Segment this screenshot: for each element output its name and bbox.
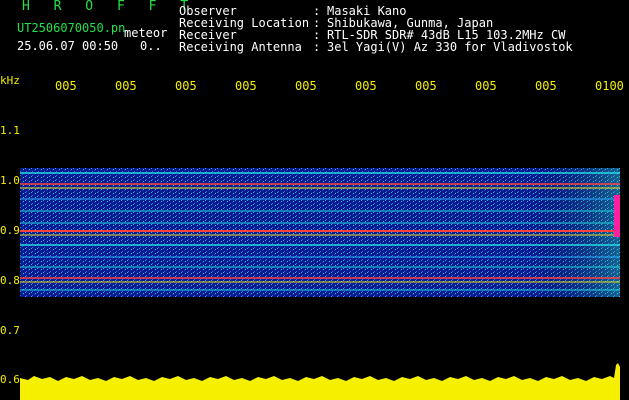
signal-level-trace xyxy=(20,363,620,400)
x-tick-label: 005 xyxy=(115,79,137,93)
metadata-antenna-value: 3el Yagi(V) Az 330 for Vladivostok xyxy=(327,40,573,54)
metadata-antenna-key: Receiving Antenna xyxy=(179,40,302,54)
y-tick-label: 0.7 xyxy=(0,324,20,337)
meteor-count: 0.. xyxy=(140,39,162,53)
x-tick-label: 005 xyxy=(475,79,497,93)
y-tick-label: 1.0 xyxy=(0,174,20,187)
date-time: 25.06.07 00:50 xyxy=(17,39,119,53)
x-tick-label: 005 xyxy=(535,79,557,93)
y-tick-label: 0.8 xyxy=(0,274,20,287)
x-tick-label: 005 xyxy=(55,79,77,93)
x-tick-label: 005 xyxy=(175,79,197,93)
y-axis-unit: kHz xyxy=(0,74,20,87)
x-tick-label: 005 xyxy=(235,79,257,93)
app-title: H R O F F T xyxy=(22,0,197,14)
x-tick-label: 005 xyxy=(415,79,437,93)
x-tick-label: 005 xyxy=(355,79,377,93)
spectrogram xyxy=(20,168,620,400)
y-tick-label: 0.6 xyxy=(0,373,20,386)
meteor-burst xyxy=(614,195,620,237)
y-tick-label: 0.9 xyxy=(0,224,20,237)
y-tick-label: 1.1 xyxy=(0,124,20,137)
x-tick-label: 005 xyxy=(295,79,317,93)
metadata-sep: : xyxy=(313,40,321,54)
x-tick-label: 0100 xyxy=(595,79,624,93)
file-id: UT2506070050.pn xyxy=(17,21,126,35)
meteor-label: meteor xyxy=(124,26,168,40)
